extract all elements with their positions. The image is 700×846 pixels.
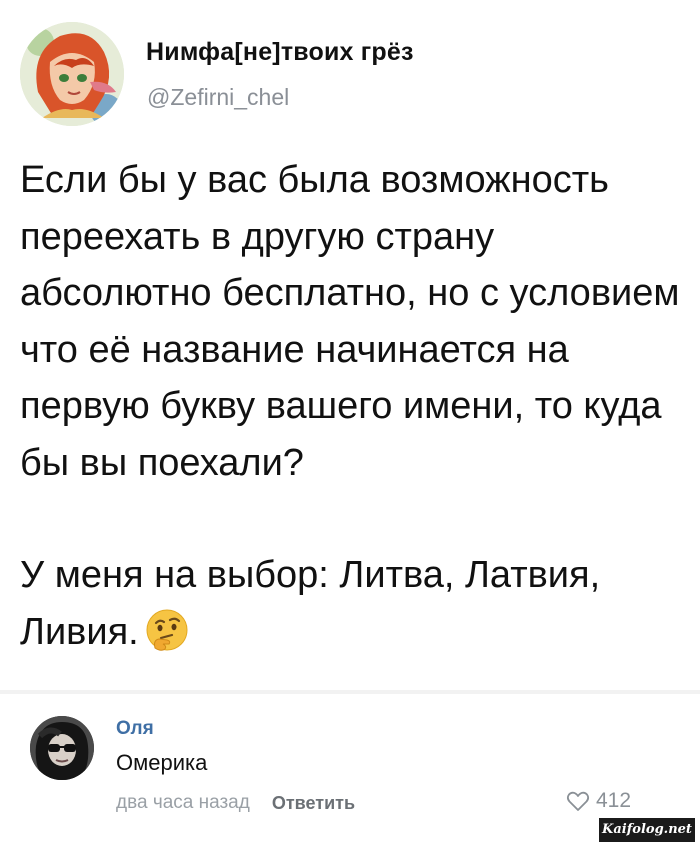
thinking-face-icon — [145, 608, 189, 652]
comment-time[interactable]: два часа назад — [116, 792, 250, 814]
comment-author[interactable]: Оля — [116, 718, 154, 740]
post-paragraph-2-text: У меня на выбор: Литва, Латвия, Ливия. — [20, 554, 601, 653]
comment-text: Омерика — [116, 750, 208, 775]
post-paragraph-1: Если бы у вас была возможность переехать… — [20, 159, 680, 484]
site-watermark: Kaifolog.net — [599, 818, 695, 842]
author-handle[interactable]: @Zefirni_chel — [147, 84, 289, 111]
author-name[interactable]: Нимфа[не]твоих грёз — [146, 38, 414, 67]
author-avatar[interactable] — [20, 22, 124, 126]
post-paragraph-2: У меня на выбор: Литва, Латвия, Ливия. — [20, 547, 690, 660]
like-button[interactable]: 412 — [566, 789, 631, 813]
post-text: Если бы у вас была возможность переехать… — [20, 152, 690, 660]
reply-button[interactable]: Ответить — [272, 793, 355, 814]
comment-meta: два часа назад Ответить — [116, 792, 355, 814]
like-count: 412 — [596, 789, 632, 812]
heart-icon — [566, 791, 590, 811]
section-divider — [0, 690, 700, 694]
comment-avatar[interactable] — [30, 716, 94, 780]
